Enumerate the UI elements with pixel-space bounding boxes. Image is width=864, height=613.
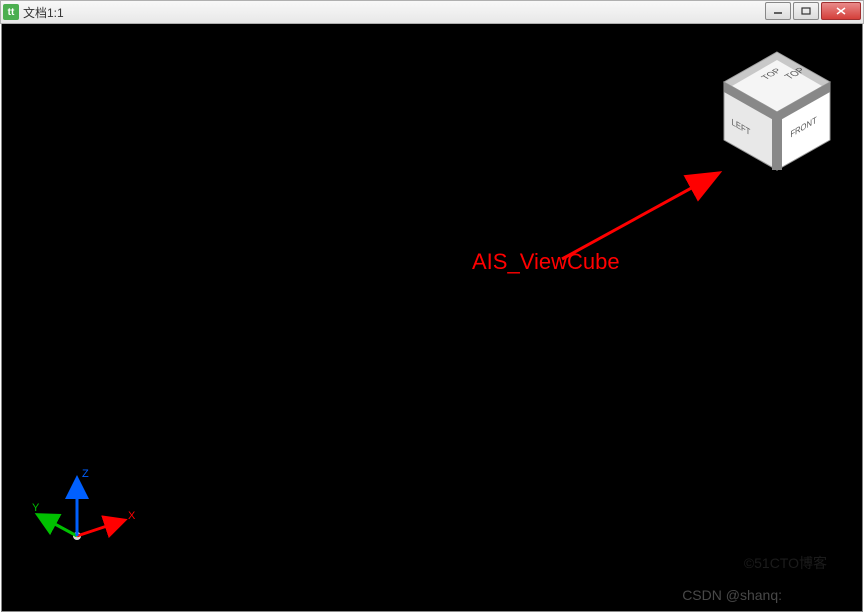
close-icon <box>835 6 847 16</box>
viewport-3d[interactable]: TOP LEFT FRONT TOP AIS_ViewCube X <box>1 24 863 612</box>
y-axis-label: Y <box>32 502 40 514</box>
minimize-button[interactable] <box>765 2 791 20</box>
titlebar: tt 文档1:1 <box>0 0 864 24</box>
window-controls <box>765 2 861 20</box>
maximize-icon <box>801 6 811 16</box>
watermark-51cto: ©51CTO博客 <box>744 553 827 573</box>
window-title: 文档1:1 <box>23 4 64 21</box>
maximize-button[interactable] <box>793 2 819 20</box>
minimize-icon <box>773 6 783 16</box>
z-axis-label: Z <box>82 468 89 480</box>
annotation-label: AIS_ViewCube <box>472 249 620 275</box>
x-axis <box>77 521 122 536</box>
close-button[interactable] <box>821 2 861 20</box>
x-axis-label: X <box>128 510 136 522</box>
viewcube-edge[interactable] <box>772 112 782 170</box>
axis-triad: X Y Z <box>32 451 142 561</box>
y-axis <box>40 516 77 536</box>
view-cube[interactable]: TOP LEFT FRONT TOP <box>712 44 842 174</box>
watermark-csdn: CSDN @shanq: <box>682 587 782 603</box>
app-icon: tt <box>3 4 19 20</box>
